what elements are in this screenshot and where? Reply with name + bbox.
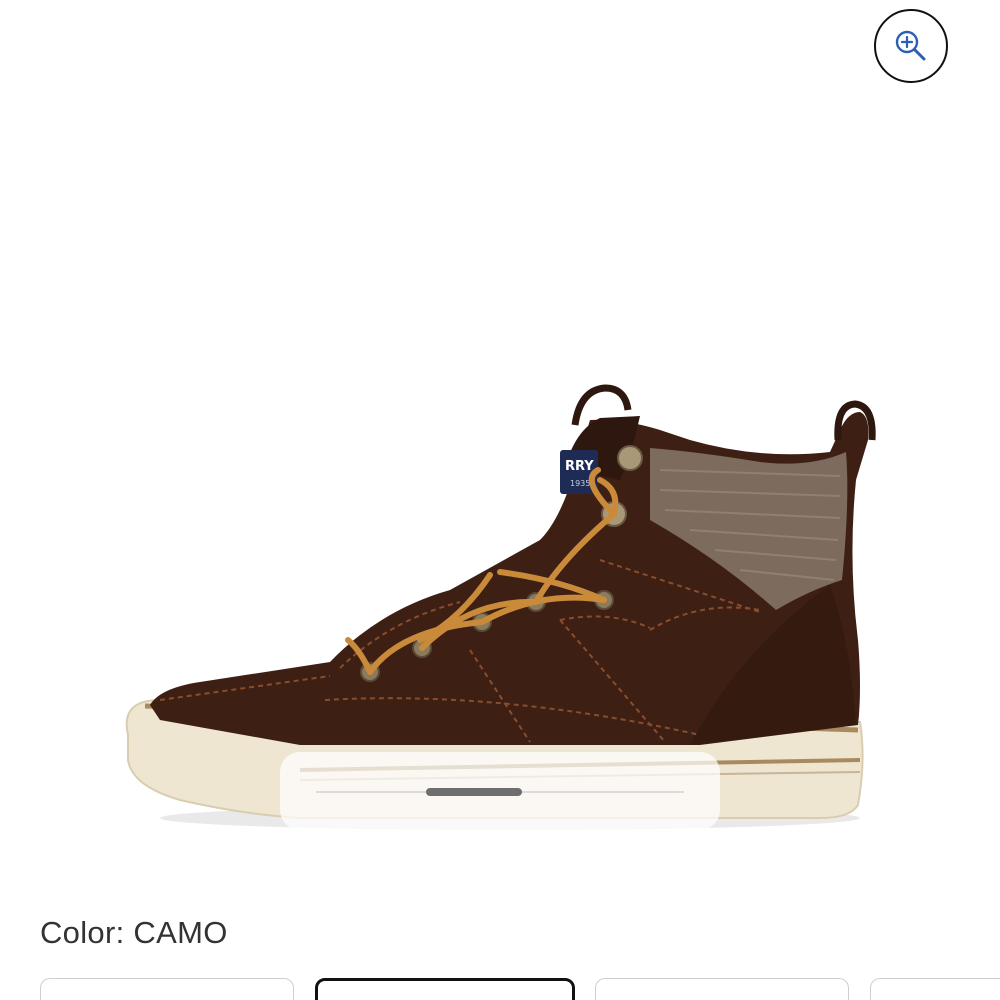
sneaker-illustration: RRY 1935 [125, 384, 876, 830]
zoom-button[interactable] [874, 9, 948, 83]
color-label: Color: CAMO [40, 915, 228, 950]
product-image[interactable]: RRY 1935 [0, 110, 1000, 850]
color-swatch-3[interactable] [595, 978, 849, 1000]
brand-logo-text: RRY [565, 459, 594, 474]
pager-indicator[interactable] [426, 788, 522, 796]
brand-logo-subtext: 1935 [570, 479, 590, 488]
color-swatch-1[interactable] [40, 978, 294, 1000]
product-page: RRY 1935 Color: CAMO [0, 0, 1000, 1000]
image-carousel-pager[interactable] [280, 752, 720, 830]
color-swatch-4[interactable] [870, 978, 1000, 1000]
color-swatch-2-selected[interactable] [315, 978, 575, 1000]
zoom-in-icon [892, 27, 930, 65]
